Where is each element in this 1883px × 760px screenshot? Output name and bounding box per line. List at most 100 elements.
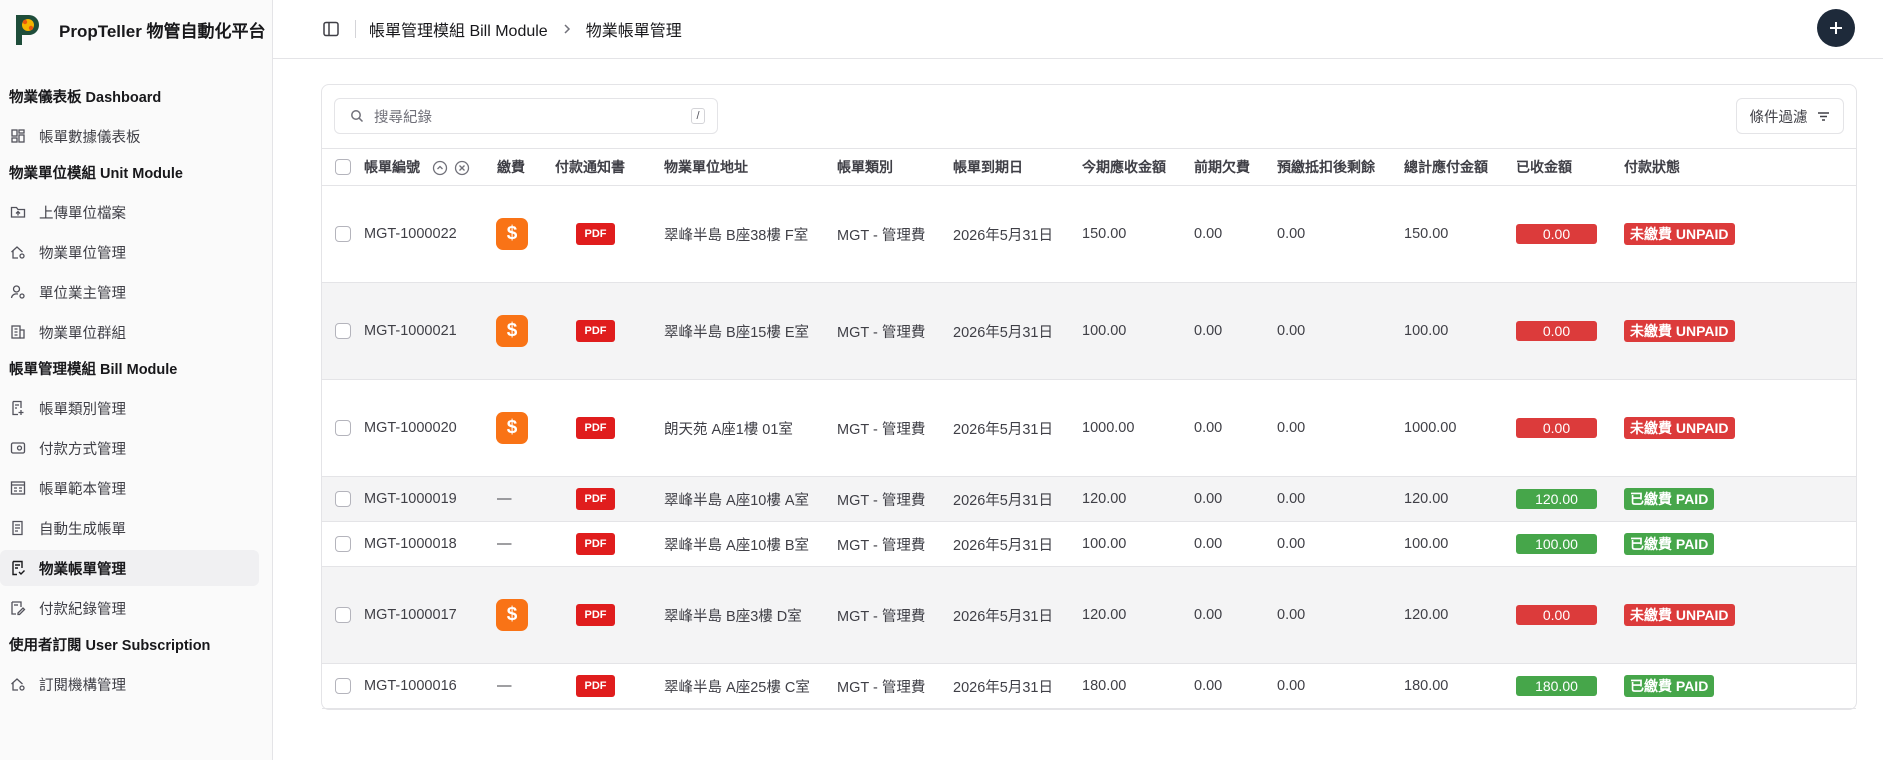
sidebar-item[interactable]: 自動生成帳單 <box>0 510 259 546</box>
sidebar-item-label: 帳單範本管理 <box>39 481 126 498</box>
pay-button[interactable]: $ <box>496 315 528 347</box>
header-select-cell <box>322 148 364 186</box>
table-row[interactable]: MGT-1000022 $ PDF 翠峰半島 B座38樓 F室 MGT - 管理費 202… <box>322 185 1856 283</box>
breadcrumb-current: 物業帳單管理 <box>585 23 682 40</box>
category-cell: MGT - 管理費 <box>837 282 953 380</box>
pdf-download-button[interactable]: PDF <box>576 675 615 697</box>
sort-ascending-icon[interactable] <box>432 160 448 176</box>
table-row[interactable]: MGT-1000016— PDF 翠峰半島 A座25樓 C室 MGT - 管理費 202… <box>322 663 1856 709</box>
pdf-download-button[interactable]: PDF <box>576 488 615 510</box>
total-cell: 150.00 <box>1404 185 1516 283</box>
filter-icon <box>1816 109 1831 124</box>
sidebar-item[interactable]: 帳單數據儀表板 <box>0 118 259 154</box>
notice-cell: PDF <box>555 663 664 709</box>
sidebar-section-title: 帳單管理模組 Bill Module <box>9 362 178 378</box>
add-button[interactable] <box>1817 9 1855 47</box>
filter-button[interactable]: 條件過濾 <box>1736 98 1844 134</box>
address-cell: 翠峰半島 B座38樓 F室 <box>664 185 837 283</box>
row-checkbox[interactable] <box>335 323 351 339</box>
bill-id-cell: MGT-1000016 <box>364 663 497 709</box>
received-cell: 0.00 <box>1516 282 1624 380</box>
table-row[interactable]: MGT-1000019— PDF 翠峰半島 A座10樓 A室 MGT - 管理費 202… <box>322 476 1856 522</box>
row-checkbox[interactable] <box>335 226 351 242</box>
remaining-cell: 0.00 <box>1277 282 1404 380</box>
status-cell: 未繳費 UNPAID <box>1624 282 1856 380</box>
sidebar-item-label: 自動生成帳單 <box>39 521 126 538</box>
sidebar-item[interactable]: 上傳單位檔案 <box>0 194 259 230</box>
pdf-download-button[interactable]: PDF <box>576 320 615 342</box>
column-header-total[interactable]: 總計應付金額 <box>1404 148 1516 186</box>
column-header-category[interactable]: 帳單類別 <box>837 148 953 186</box>
clear-sort-icon[interactable] <box>454 160 470 176</box>
column-header-arrears[interactable]: 前期欠費 <box>1194 148 1277 186</box>
sidebar-item[interactable]: 單位業主管理 <box>0 274 259 310</box>
column-header-current-amount[interactable]: 今期應收金額 <box>1082 148 1194 186</box>
table-row[interactable]: MGT-1000017 $ PDF 翠峰半島 B座3樓 D室 MGT - 管理費 2026… <box>322 566 1856 664</box>
auto-bill-icon <box>10 520 26 536</box>
received-cell: 0.00 <box>1516 185 1624 283</box>
received-amount-badge: 0.00 <box>1516 224 1597 244</box>
select-all-checkbox[interactable] <box>335 159 351 175</box>
current-amount-cell: 150.00 <box>1082 185 1194 283</box>
sidebar: PropTeller 物管自動化平台 物業儀表板 Dashboard 帳單數據儀表… <box>0 0 273 760</box>
column-header-due-date[interactable]: 帳單到期日 <box>953 148 1082 186</box>
sidebar-item[interactable]: 訂閱機構管理 <box>0 666 259 702</box>
pdf-download-button[interactable]: PDF <box>576 604 615 626</box>
row-checkbox[interactable] <box>335 607 351 623</box>
pay-cell: — <box>497 663 555 709</box>
column-header-received[interactable]: 已收金額 <box>1516 148 1624 186</box>
status-badge: 已繳費 PAID <box>1624 533 1715 555</box>
table-header-row: 帳單編號 繳費 付款通知書 物業單位地址 帳單類別 帳單到期日 今期應收金額 前… <box>322 148 1856 186</box>
column-header-status[interactable]: 付款狀態 <box>1624 148 1856 186</box>
pdf-download-button[interactable]: PDF <box>576 417 615 439</box>
pay-button[interactable]: $ <box>496 218 528 250</box>
arrears-cell: 0.00 <box>1194 379 1277 477</box>
row-checkbox[interactable] <box>335 678 351 694</box>
sidebar-item[interactable]: 帳單類別管理 <box>0 390 259 426</box>
pay-button[interactable]: $ <box>496 412 528 444</box>
sidebar-item[interactable]: 物業單位管理 <box>0 234 259 270</box>
header-divider <box>355 20 356 38</box>
row-select-cell <box>322 379 364 477</box>
address-cell: 翠峰半島 A座10樓 B室 <box>664 521 837 567</box>
pdf-download-button[interactable]: PDF <box>576 533 615 555</box>
sidebar-item[interactable]: 物業單位群組 <box>0 314 259 350</box>
column-header-pay[interactable]: 繳費 <box>497 148 555 186</box>
pay-cell: — <box>497 521 555 567</box>
breadcrumb-parent[interactable]: 帳單管理模組 Bill Module <box>369 17 548 41</box>
sidebar-item[interactable]: 付款紀錄管理 <box>0 590 259 626</box>
sidebar-item[interactable]: 帳單範本管理 <box>0 470 259 506</box>
status-badge: 已繳費 PAID <box>1624 675 1715 697</box>
no-payment-dash: — <box>497 536 512 552</box>
received-amount-badge: 0.00 <box>1516 605 1597 625</box>
received-amount-badge: 0.00 <box>1516 321 1597 341</box>
column-header-bill-id[interactable]: 帳單編號 <box>364 148 497 186</box>
sidebar-section-title: 物業儀表板 Dashboard <box>9 90 162 106</box>
total-cell: 120.00 <box>1404 476 1516 522</box>
row-checkbox[interactable] <box>335 536 351 552</box>
current-amount-cell: 120.00 <box>1082 476 1194 522</box>
brand[interactable]: PropTeller 物管自動化平台 <box>0 0 272 59</box>
pdf-download-button[interactable]: PDF <box>576 223 615 245</box>
column-header-remaining[interactable]: 預繳抵扣後剩餘 <box>1277 148 1404 186</box>
search-input[interactable]: 搜尋紀錄 / <box>334 98 718 134</box>
payment-record-icon <box>10 600 26 616</box>
table-row[interactable]: MGT-1000018— PDF 翠峰半島 A座10樓 B室 MGT - 管理費 202… <box>322 521 1856 567</box>
column-header-address[interactable]: 物業單位地址 <box>664 148 837 186</box>
sidebar-section-title: 物業單位模組 Unit Module <box>9 166 183 182</box>
pay-button[interactable]: $ <box>496 599 528 631</box>
column-header-notice[interactable]: 付款通知書 <box>555 148 664 186</box>
sidebar-toggle-icon[interactable] <box>321 19 341 39</box>
sidebar-item[interactable]: 付款方式管理 <box>0 430 259 466</box>
row-select-cell <box>322 663 364 709</box>
sidebar-item-label: 付款方式管理 <box>39 441 126 458</box>
row-checkbox[interactable] <box>335 420 351 436</box>
sidebar-item[interactable]: 物業帳單管理 <box>0 550 259 586</box>
row-checkbox[interactable] <box>335 491 351 507</box>
remaining-cell: 0.00 <box>1277 185 1404 283</box>
no-payment-dash: — <box>497 491 512 507</box>
table-row[interactable]: MGT-1000020 $ PDF 朗天苑 A座1樓 01室 MGT - 管理費 2026… <box>322 379 1856 477</box>
table-row[interactable]: MGT-1000021 $ PDF 翠峰半島 B座15樓 E室 MGT - 管理費 202… <box>322 282 1856 380</box>
sidebar-item-label: 帳單數據儀表板 <box>39 129 141 146</box>
remaining-cell: 0.00 <box>1277 566 1404 664</box>
